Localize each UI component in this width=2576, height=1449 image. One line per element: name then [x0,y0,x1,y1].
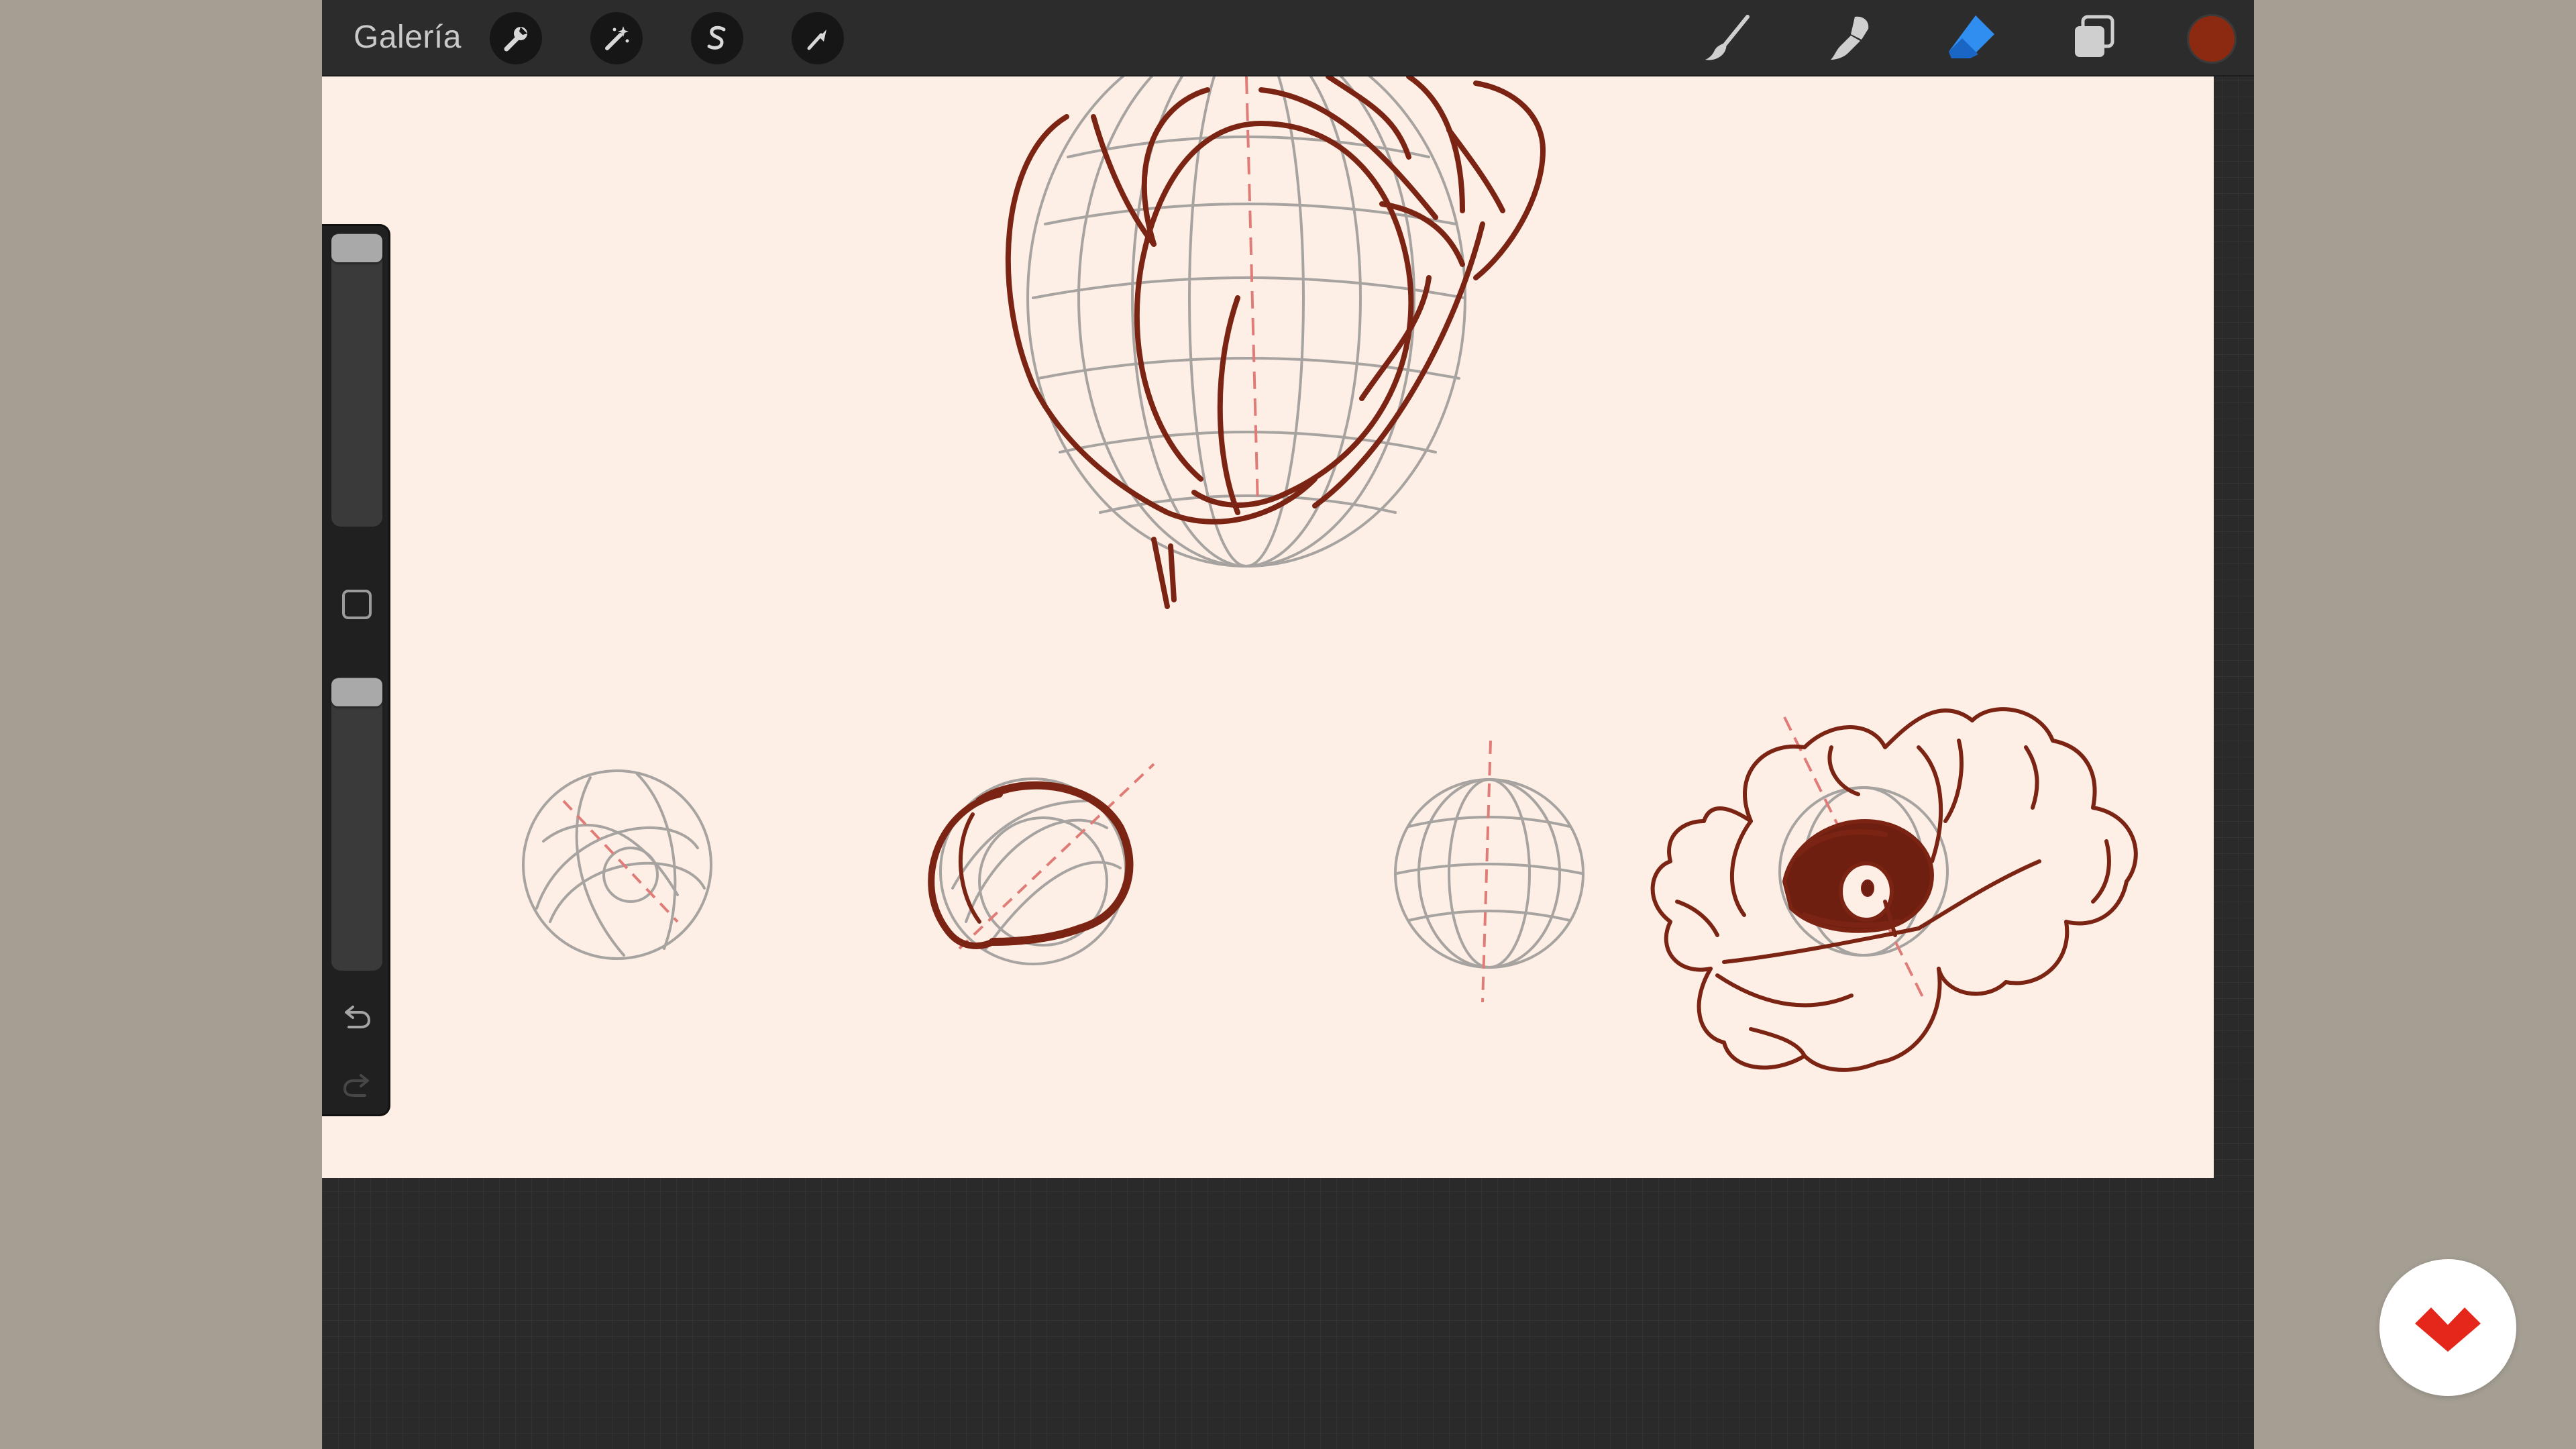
large-bud-axis [1245,76,1259,506]
eraser-icon [1949,15,1994,58]
brush-sidebar [322,224,390,1116]
brush-tool-button[interactable] [1697,9,1758,67]
smudge-tool-button[interactable] [1819,9,1880,67]
transform-button[interactable] [792,12,844,64]
undo-icon [345,1006,371,1028]
smudge-icon [1831,16,1869,60]
magic-wand-icon [605,26,629,50]
drawing-canvas[interactable] [322,76,2214,1178]
brush-icon [1705,15,1750,60]
sphere-2-ink [928,781,1134,949]
domestika-logo-badge[interactable] [2379,1259,2516,1396]
large-bud-guide-sphere [1026,76,1466,568]
transform-arrow-icon [807,30,826,50]
gallery-button[interactable]: Galería [354,19,462,56]
opacity-slider[interactable] [331,677,382,971]
modify-square-icon[interactable] [342,590,372,619]
layers-icon [2075,15,2114,57]
opacity-handle[interactable] [331,678,382,706]
selection-button[interactable] [691,12,743,64]
redo-icon [343,1074,369,1097]
domestika-logo-icon [2415,1307,2481,1352]
undo-button[interactable] [337,998,377,1038]
sphere-1-axis [562,800,679,923]
redo-button[interactable] [337,1066,377,1106]
flower-sketch [522,76,2138,1072]
brush-size-slider[interactable] [331,233,382,527]
sphere-1-guide [522,769,712,960]
selection-s-icon [707,25,726,50]
brush-size-handle[interactable] [331,234,382,262]
open-flower-center [1782,818,1935,937]
adjustments-button[interactable] [590,12,643,64]
top-toolbar: Galería [322,0,2254,76]
color-picker-button[interactable] [2187,14,2237,64]
actions-button[interactable] [490,12,542,64]
procreate-app: Galería [322,0,2254,1449]
wrench-icon [504,27,527,52]
eraser-tool-button[interactable] [1941,9,2002,67]
layers-button[interactable] [2063,9,2124,67]
